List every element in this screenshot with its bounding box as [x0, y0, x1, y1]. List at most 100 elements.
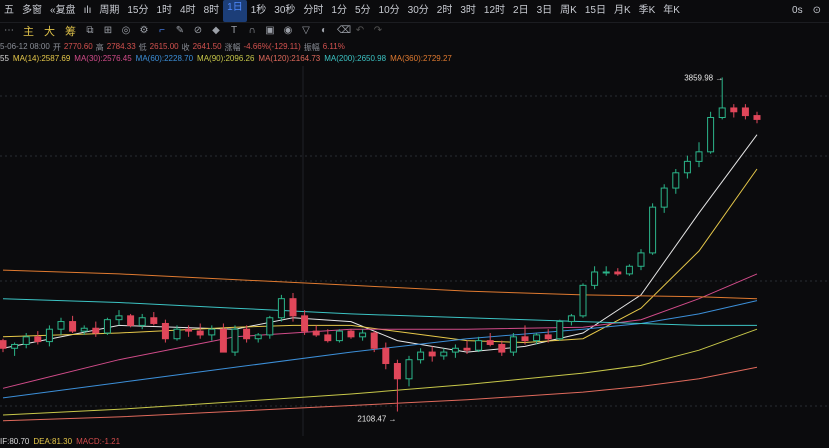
interval-9[interactable]: 5分: [351, 0, 375, 22]
candle-body-59: [683, 160, 691, 174]
candle-body-50: [579, 284, 587, 317]
candle-body-25: [289, 298, 297, 317]
info-low: 2615.00: [149, 42, 179, 51]
ma-label-4: MA(120):2164.73: [258, 54, 321, 63]
layout-icon[interactable]: ⊞: [103, 26, 113, 36]
candle-body-19: [219, 328, 227, 353]
lock-icon[interactable]: ▣: [265, 26, 275, 36]
brush-icon[interactable]: ◆: [211, 26, 221, 36]
interval-1[interactable]: 1时: [152, 0, 176, 22]
replay-button[interactable]: «复盘: [46, 0, 80, 22]
ma-label-0: MA(14):2587.69: [12, 54, 71, 63]
interval-19[interactable]: 月K: [610, 0, 635, 22]
ma-label-2: MA(60):2228.70: [135, 54, 194, 63]
undo-icon[interactable]: ↶: [355, 26, 365, 36]
info-change: -4.66%(-129.11): [243, 42, 301, 51]
interval-15[interactable]: 2日: [509, 0, 533, 22]
macd-dea: DEA:81.30: [33, 437, 73, 446]
select-tool-icon[interactable]: ⌐: [157, 26, 167, 36]
candle-body-52: [602, 271, 610, 274]
info-open: 2770.60: [63, 42, 93, 51]
interval-16[interactable]: 3日: [533, 0, 557, 22]
candle-body-54: [625, 265, 633, 275]
interval-0[interactable]: 15分: [123, 0, 152, 22]
indicator-tab-chips[interactable]: 筹: [65, 23, 76, 39]
macd-value: MACD:-1.21: [76, 437, 121, 446]
candle-body-5: [57, 321, 65, 330]
candle-body-34: [393, 363, 401, 380]
interval-3[interactable]: 8时: [200, 0, 224, 22]
info-high-label: 高: [95, 43, 104, 52]
interval-18[interactable]: 15日: [581, 0, 610, 22]
period-button[interactable]: 周期: [95, 0, 123, 22]
candle-body-32: [370, 332, 378, 349]
toolbar-right: 0s ⊙: [792, 0, 821, 22]
candle-body-21: [243, 328, 251, 340]
interval-10[interactable]: 10分: [375, 0, 404, 22]
macd-legend: IF:80.70 DEA:81.30 MACD:-1.21: [0, 437, 120, 446]
menu-dots-icon[interactable]: ⋯: [4, 26, 14, 36]
macd-dif: IF:80.70: [0, 437, 30, 446]
compare-icon[interactable]: ⧉: [85, 26, 95, 36]
candle-body-6: [69, 321, 77, 332]
interval-17[interactable]: 周K: [556, 0, 581, 22]
interval-20[interactable]: 季K: [635, 0, 660, 22]
redo-icon[interactable]: ↷: [373, 26, 383, 36]
settings-gear-icon[interactable]: ⚙: [139, 26, 149, 36]
candle-body-42: [486, 340, 494, 345]
candle-body-62: [718, 107, 726, 118]
ma-label-1: MA(30):2576.45: [74, 54, 132, 63]
ma-series-6: [2, 298, 757, 326]
candle-body-3: [34, 336, 42, 343]
interval-5[interactable]: 1秒: [247, 0, 271, 22]
info-open-label: 开: [52, 43, 61, 52]
multi-window-button[interactable]: 多窗: [18, 0, 46, 22]
candle-body-56: [649, 206, 657, 254]
interval-13[interactable]: 3时: [456, 0, 480, 22]
candle-body-29: [335, 330, 343, 342]
toolbar-left-text[interactable]: 五: [0, 0, 18, 22]
camera-icon[interactable]: ◎: [121, 26, 131, 36]
candle-body-46: [533, 334, 541, 342]
candle-body-31: [359, 332, 367, 338]
candle-body-45: [521, 336, 529, 342]
hide-icon[interactable]: ◉: [283, 26, 293, 36]
interval-4[interactable]: 1日: [223, 0, 247, 22]
pencil-icon[interactable]: ✎: [175, 26, 185, 36]
candle-body-36: [417, 351, 425, 361]
candle-body-44: [509, 336, 517, 353]
candle-body-53: [614, 271, 622, 275]
interval-8[interactable]: 1分: [327, 0, 351, 22]
indicator-tab-main[interactable]: 主: [23, 23, 34, 39]
candle-body-0: [0, 340, 7, 349]
ma-label-3: MA(90):2096.26: [197, 54, 255, 63]
candle-body-16: [185, 328, 193, 332]
indicator-tab-large[interactable]: 大: [44, 23, 55, 39]
candlestick-chart[interactable]: 3859.98 → 2108.47 →: [0, 66, 829, 436]
filter-icon[interactable]: ▽: [301, 26, 311, 36]
candle-body-23: [266, 317, 274, 336]
candle-body-26: [301, 315, 309, 332]
interval-7[interactable]: 分时: [299, 0, 327, 22]
chart-type-button[interactable]: ılı: [80, 0, 96, 22]
drawing-toolbar: ⋯ 主 大 筹 ⧉ ⊞ ◎ ⚙ ⌐ ✎ ⊘ ◆ T ∩ ▣ ◉ ▽ ◐ ⌫ ↶ …: [0, 22, 829, 40]
interval-12[interactable]: 2时: [433, 0, 457, 22]
interval-21[interactable]: 年K: [659, 0, 684, 22]
interval-14[interactable]: 12时: [480, 0, 509, 22]
interval-6[interactable]: 30秒: [270, 0, 299, 22]
replay-label: 复盘: [55, 5, 76, 16]
ma-series-5: [2, 366, 758, 422]
info-high: 2784.33: [106, 42, 136, 51]
candle-body-11: [127, 315, 135, 326]
trash-icon[interactable]: ⌫: [337, 26, 351, 36]
eye-icon[interactable]: ◐: [319, 26, 329, 36]
settings-icon[interactable]: ⊙: [813, 0, 821, 22]
ruler-icon[interactable]: ⊘: [193, 26, 203, 36]
interval-11[interactable]: 30分: [404, 0, 433, 22]
magnet-icon[interactable]: ∩: [247, 26, 257, 36]
candle-body-61: [707, 116, 715, 153]
info-close: 2641.50: [192, 42, 222, 51]
interval-2[interactable]: 4时: [176, 0, 200, 22]
candle-body-49: [567, 315, 575, 323]
text-icon[interactable]: T: [229, 26, 239, 36]
